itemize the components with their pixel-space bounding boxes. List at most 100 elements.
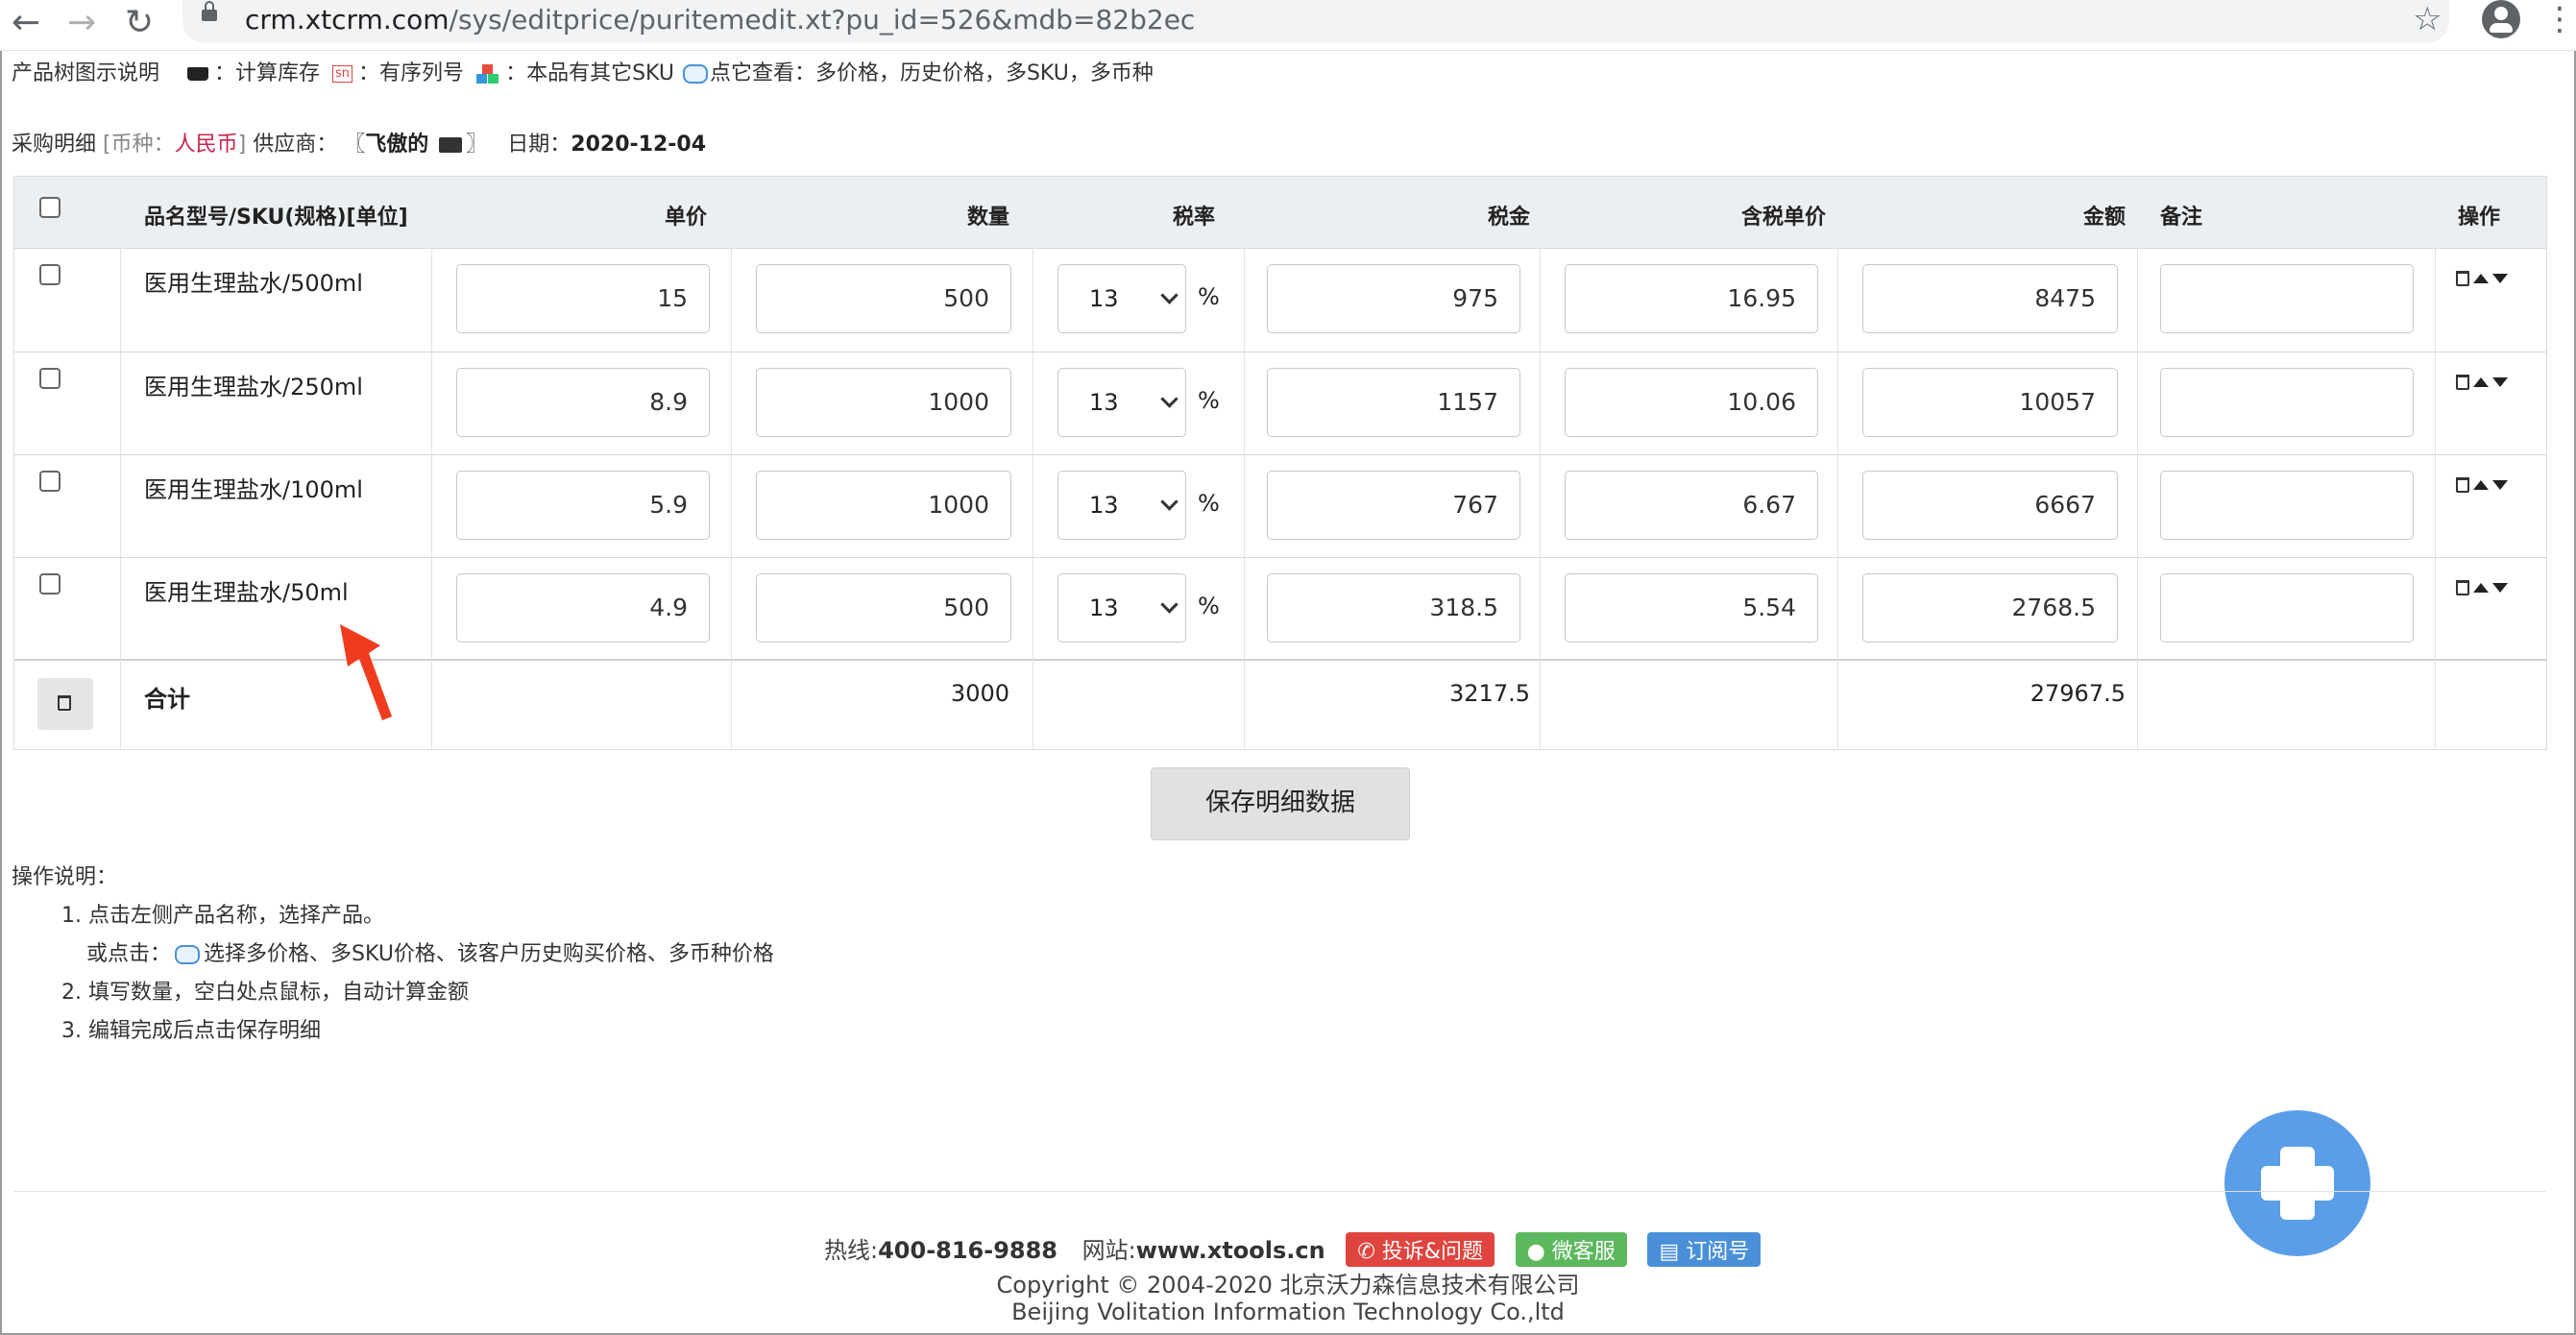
total-label: 合计: [144, 686, 190, 713]
column-divider: [1540, 248, 1541, 749]
subscribe-button[interactable]: ▤ 订阅号: [1647, 1232, 1762, 1267]
header-tax-rate: 税率: [1172, 206, 1215, 230]
bookmark-star-icon[interactable]: ☆: [2413, 0, 2442, 38]
legend-click-view: 点它查看：多价格，历史价格，多SKU，多币种: [709, 61, 1154, 85]
save-details-button[interactable]: 保存明细数据: [1151, 767, 1410, 840]
tax-input[interactable]: 318.5: [1267, 573, 1520, 643]
header-amount: 金额: [2082, 206, 2126, 230]
column-divider: [1837, 248, 1838, 749]
move-up-icon[interactable]: [2473, 583, 2489, 593]
quantity-input[interactable]: 1000: [756, 368, 1011, 437]
product-name-link[interactable]: 医用生理盐水/100ml: [144, 471, 363, 504]
total-quantity: 3000: [950, 680, 1009, 707]
percent-sign: %: [1198, 387, 1220, 414]
instruction-step-3: 3. 编辑完成后点击保存明细: [61, 1019, 321, 1043]
back-arrow-icon[interactable]: ←: [12, 4, 40, 42]
tax-rate-select[interactable]: 13: [1057, 368, 1186, 437]
unit-price-input[interactable]: 5.9: [456, 471, 710, 540]
lock-icon: [202, 1, 217, 21]
tax-rate-select[interactable]: 13: [1057, 264, 1186, 333]
forward-arrow-icon[interactable]: →: [67, 4, 96, 42]
header-ops: 操作: [2458, 206, 2501, 230]
delete-selected-button[interactable]: [37, 678, 93, 730]
price-with-tax-input[interactable]: 6.67: [1565, 471, 1818, 540]
supplier-name[interactable]: 飞傲的: [365, 133, 428, 157]
amount-input[interactable]: 10057: [1862, 368, 2118, 437]
percent-sign: %: [1198, 593, 1220, 619]
percent-sign: %: [1198, 283, 1220, 310]
move-down-icon[interactable]: [2492, 583, 2508, 593]
wechat-service-button[interactable]: ● 微客服: [1515, 1232, 1627, 1267]
unit-price-input[interactable]: 4.9: [456, 573, 710, 643]
row-operations: [2456, 473, 2508, 497]
note-input[interactable]: [2160, 368, 2414, 437]
table-row: 医用生理盐水/250ml 8.9 1000 13% 1157 10.06 10057: [14, 352, 2546, 454]
company-english-name: Beijing Volitation Information Technolog…: [1011, 1299, 1565, 1325]
instruction-step-1: 1. 点击左侧产品名称，选择产品。: [61, 904, 384, 928]
row-checkbox[interactable]: [39, 368, 61, 389]
move-up-icon[interactable]: [2473, 480, 2489, 490]
instruction-step-1b-prefix: 或点击：: [86, 942, 172, 966]
product-name-link[interactable]: 医用生理盐水/250ml: [144, 368, 363, 401]
move-down-icon[interactable]: [2492, 480, 2508, 490]
amount-input[interactable]: 2768.5: [1862, 573, 2118, 643]
complaint-button[interactable]: ✆ 投诉&问题: [1346, 1232, 1495, 1267]
instructions-title: 操作说明：: [12, 865, 118, 889]
note-input[interactable]: [2160, 264, 2414, 333]
row-checkbox[interactable]: [39, 471, 61, 492]
amount-input[interactable]: 8475: [1862, 264, 2118, 333]
move-up-icon[interactable]: [2473, 274, 2489, 283]
row-checkbox[interactable]: [39, 573, 61, 595]
profile-avatar[interactable]: [2482, 0, 2520, 38]
amount-input[interactable]: 6667: [1862, 471, 2118, 540]
quantity-input[interactable]: 500: [756, 264, 1011, 333]
chat-bubble-icon: [682, 64, 708, 84]
unit-price-input[interactable]: 8.9: [456, 368, 710, 437]
url-text[interactable]: crm.xtcrm.com/sys/editprice/puritemedit.…: [245, 2, 1195, 38]
menu-dots-icon[interactable]: ⋮: [2543, 2, 2576, 36]
move-down-icon[interactable]: [2492, 274, 2508, 283]
legend-title: 产品树图示说明: [12, 61, 160, 85]
quantity-input[interactable]: 500: [756, 573, 1011, 643]
table-row: 医用生理盐水/100ml 5.9 1000 13% 767 6.67 6667: [14, 454, 2546, 557]
trash-icon[interactable]: [2456, 580, 2469, 595]
tax-rate-select[interactable]: 13: [1057, 573, 1186, 643]
tax-input[interactable]: 767: [1267, 471, 1520, 540]
row-operations: [2456, 575, 2508, 599]
product-name-link[interactable]: 医用生理盐水/500ml: [144, 264, 363, 298]
trash-icon[interactable]: [2456, 375, 2469, 390]
note-input[interactable]: [2160, 471, 2414, 540]
add-plus-button[interactable]: [2224, 1110, 2370, 1256]
footer-contacts: 热线:400-816-9888 网站:www.xtools.cn ✆ 投诉&问题…: [824, 1231, 1762, 1267]
total-tax: 3217.5: [1449, 680, 1530, 707]
product-name-link[interactable]: 医用生理盐水/50ml: [144, 573, 349, 607]
price-with-tax-input[interactable]: 10.06: [1565, 368, 1818, 437]
tax-input[interactable]: 1157: [1267, 368, 1520, 437]
tax-rate-select[interactable]: 13: [1057, 471, 1186, 540]
tax-input[interactable]: 975: [1267, 264, 1520, 333]
message-icon: ▤: [1659, 1240, 1687, 1264]
header-unit-price: 单价: [664, 206, 707, 230]
trash-icon[interactable]: [2456, 477, 2469, 493]
tax-rate-value: 13: [1089, 492, 1119, 519]
reload-icon[interactable]: ↻: [125, 4, 154, 42]
note-input[interactable]: [2160, 573, 2414, 643]
footer-divider: [13, 1191, 2545, 1192]
move-up-icon[interactable]: [2473, 377, 2489, 387]
url-host: crm.xtcrm.com: [245, 4, 450, 36]
price-with-tax-input[interactable]: 16.95: [1565, 264, 1818, 333]
quantity-input[interactable]: 1000: [756, 471, 1011, 540]
website-link[interactable]: www.xtools.cn: [1136, 1237, 1325, 1264]
complaint-label: 投诉&问题: [1381, 1240, 1483, 1264]
legend-sequence: ：有序列号: [358, 61, 465, 85]
select-all-checkbox[interactable]: [39, 197, 61, 218]
price-with-tax-input[interactable]: 5.54: [1565, 573, 1818, 643]
chevron-down-icon: [1160, 390, 1179, 408]
column-divider: [2435, 248, 2436, 749]
folder-icon[interactable]: [439, 137, 463, 153]
trash-icon[interactable]: [2456, 271, 2469, 286]
row-checkbox[interactable]: [39, 264, 61, 285]
instruction-step-1b: 选择多价格、多SKU价格、该客户历史购买价格、多币种价格: [204, 942, 774, 966]
move-down-icon[interactable]: [2492, 377, 2508, 387]
unit-price-input[interactable]: 15: [456, 264, 710, 333]
